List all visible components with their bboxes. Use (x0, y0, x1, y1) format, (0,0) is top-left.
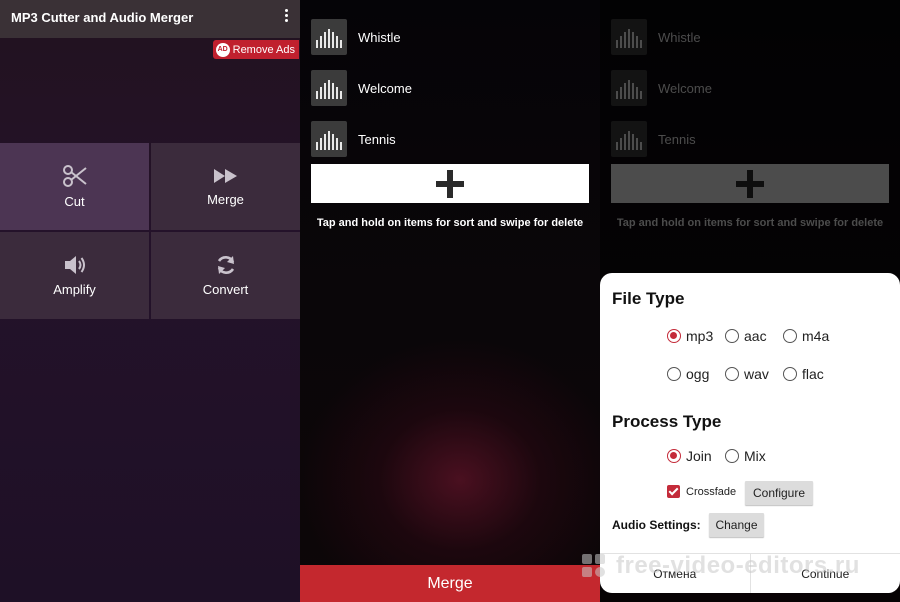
app-title: MP3 Cutter and Audio Merger (11, 10, 194, 25)
cut-tile[interactable]: Cut (0, 143, 149, 230)
track-item-whistle[interactable]: Whistle (311, 19, 591, 55)
change-button[interactable]: Change (709, 513, 764, 537)
radio-button[interactable] (725, 329, 739, 343)
speaker-icon (64, 256, 85, 274)
radio-ogg[interactable]: ogg (667, 366, 709, 382)
hint-text: Tap and hold on items for sort and swipe… (316, 217, 584, 229)
continue-button[interactable]: Continue (749, 554, 900, 593)
convert-tile[interactable]: Convert (151, 232, 300, 319)
plus-icon (436, 169, 464, 198)
radio-label: m4a (802, 328, 830, 344)
audio-wave-icon (311, 121, 347, 157)
merge-tile[interactable]: Merge (151, 143, 300, 230)
convert-label: Convert (202, 282, 249, 297)
audio-wave-icon (311, 19, 347, 55)
crossfade-checkbox[interactable]: Crossfade (667, 485, 736, 498)
merge-button[interactable]: Merge (300, 565, 600, 602)
radio-mp3[interactable]: mp3 (667, 328, 713, 344)
radio-button[interactable] (667, 329, 681, 343)
merge-label: Merge (207, 192, 244, 207)
radio-label: wav (744, 366, 769, 382)
radio-mix[interactable]: Mix (725, 448, 766, 464)
radio-label: aac (744, 328, 767, 344)
add-track-button[interactable] (311, 164, 589, 203)
home-screen: MP3 Cutter and Audio Merger AD Remove Ad… (0, 0, 300, 602)
merge-list-screen: Whistle Welcome Tennis Tap and hold on i… (300, 0, 600, 602)
crossfade-label: Crossfade (686, 485, 737, 498)
process-type-title: Process Type (612, 412, 722, 431)
radio-label: ogg (686, 366, 710, 382)
radio-aac[interactable]: aac (725, 328, 767, 344)
amplify-label: Amplify (53, 282, 96, 297)
audio-wave-icon (311, 70, 347, 106)
radio-join[interactable]: Join (667, 448, 712, 464)
track-name: Welcome (358, 80, 412, 96)
radio-flac[interactable]: flac (783, 366, 824, 382)
remove-ads-label: Remove Ads (232, 43, 295, 56)
radio-button[interactable] (783, 367, 797, 381)
track-name: Whistle (358, 29, 401, 45)
ad-icon: AD (215, 42, 230, 57)
radio-button[interactable] (667, 449, 681, 463)
radio-button[interactable] (667, 367, 681, 381)
refresh-icon (217, 256, 234, 274)
merge-options-screen: Whistle Welcome Tennis Tap and hold on i… (600, 0, 900, 602)
radio-m4a[interactable]: m4a (783, 328, 829, 344)
merge-options-dialog: File Type mp3 aac m4a ogg wav flac Proce… (600, 273, 900, 593)
checkbox-checked-icon[interactable] (667, 485, 680, 498)
feature-grid: Cut Merge Amplify Convert (0, 143, 300, 320)
overflow-menu-icon[interactable] (282, 9, 290, 27)
amplify-tile[interactable]: Amplify (0, 232, 149, 319)
cut-label: Cut (64, 194, 85, 209)
configure-button[interactable]: Configure (745, 481, 813, 505)
radio-label: flac (802, 366, 824, 382)
track-name: Tennis (358, 131, 396, 147)
track-item-tennis[interactable]: Tennis (311, 121, 591, 157)
dialog-actions: Отмена Continue (600, 553, 900, 593)
audio-settings-label: Audio Settings: (612, 518, 701, 532)
radio-wav[interactable]: wav (725, 366, 769, 382)
scissors-icon (62, 165, 87, 187)
remove-ads-button[interactable]: AD Remove Ads (212, 40, 299, 59)
radio-label: mp3 (686, 328, 714, 344)
radio-button[interactable] (725, 449, 739, 463)
fast-forward-icon (213, 169, 237, 183)
radio-label: Mix (744, 448, 766, 464)
app-bar: MP3 Cutter and Audio Merger (0, 0, 300, 38)
radio-label: Join (686, 448, 712, 464)
radio-button[interactable] (725, 367, 739, 381)
file-type-title: File Type (612, 289, 685, 308)
radio-button[interactable] (783, 329, 797, 343)
cancel-button[interactable]: Отмена (600, 554, 750, 593)
track-item-welcome[interactable]: Welcome (311, 70, 591, 106)
